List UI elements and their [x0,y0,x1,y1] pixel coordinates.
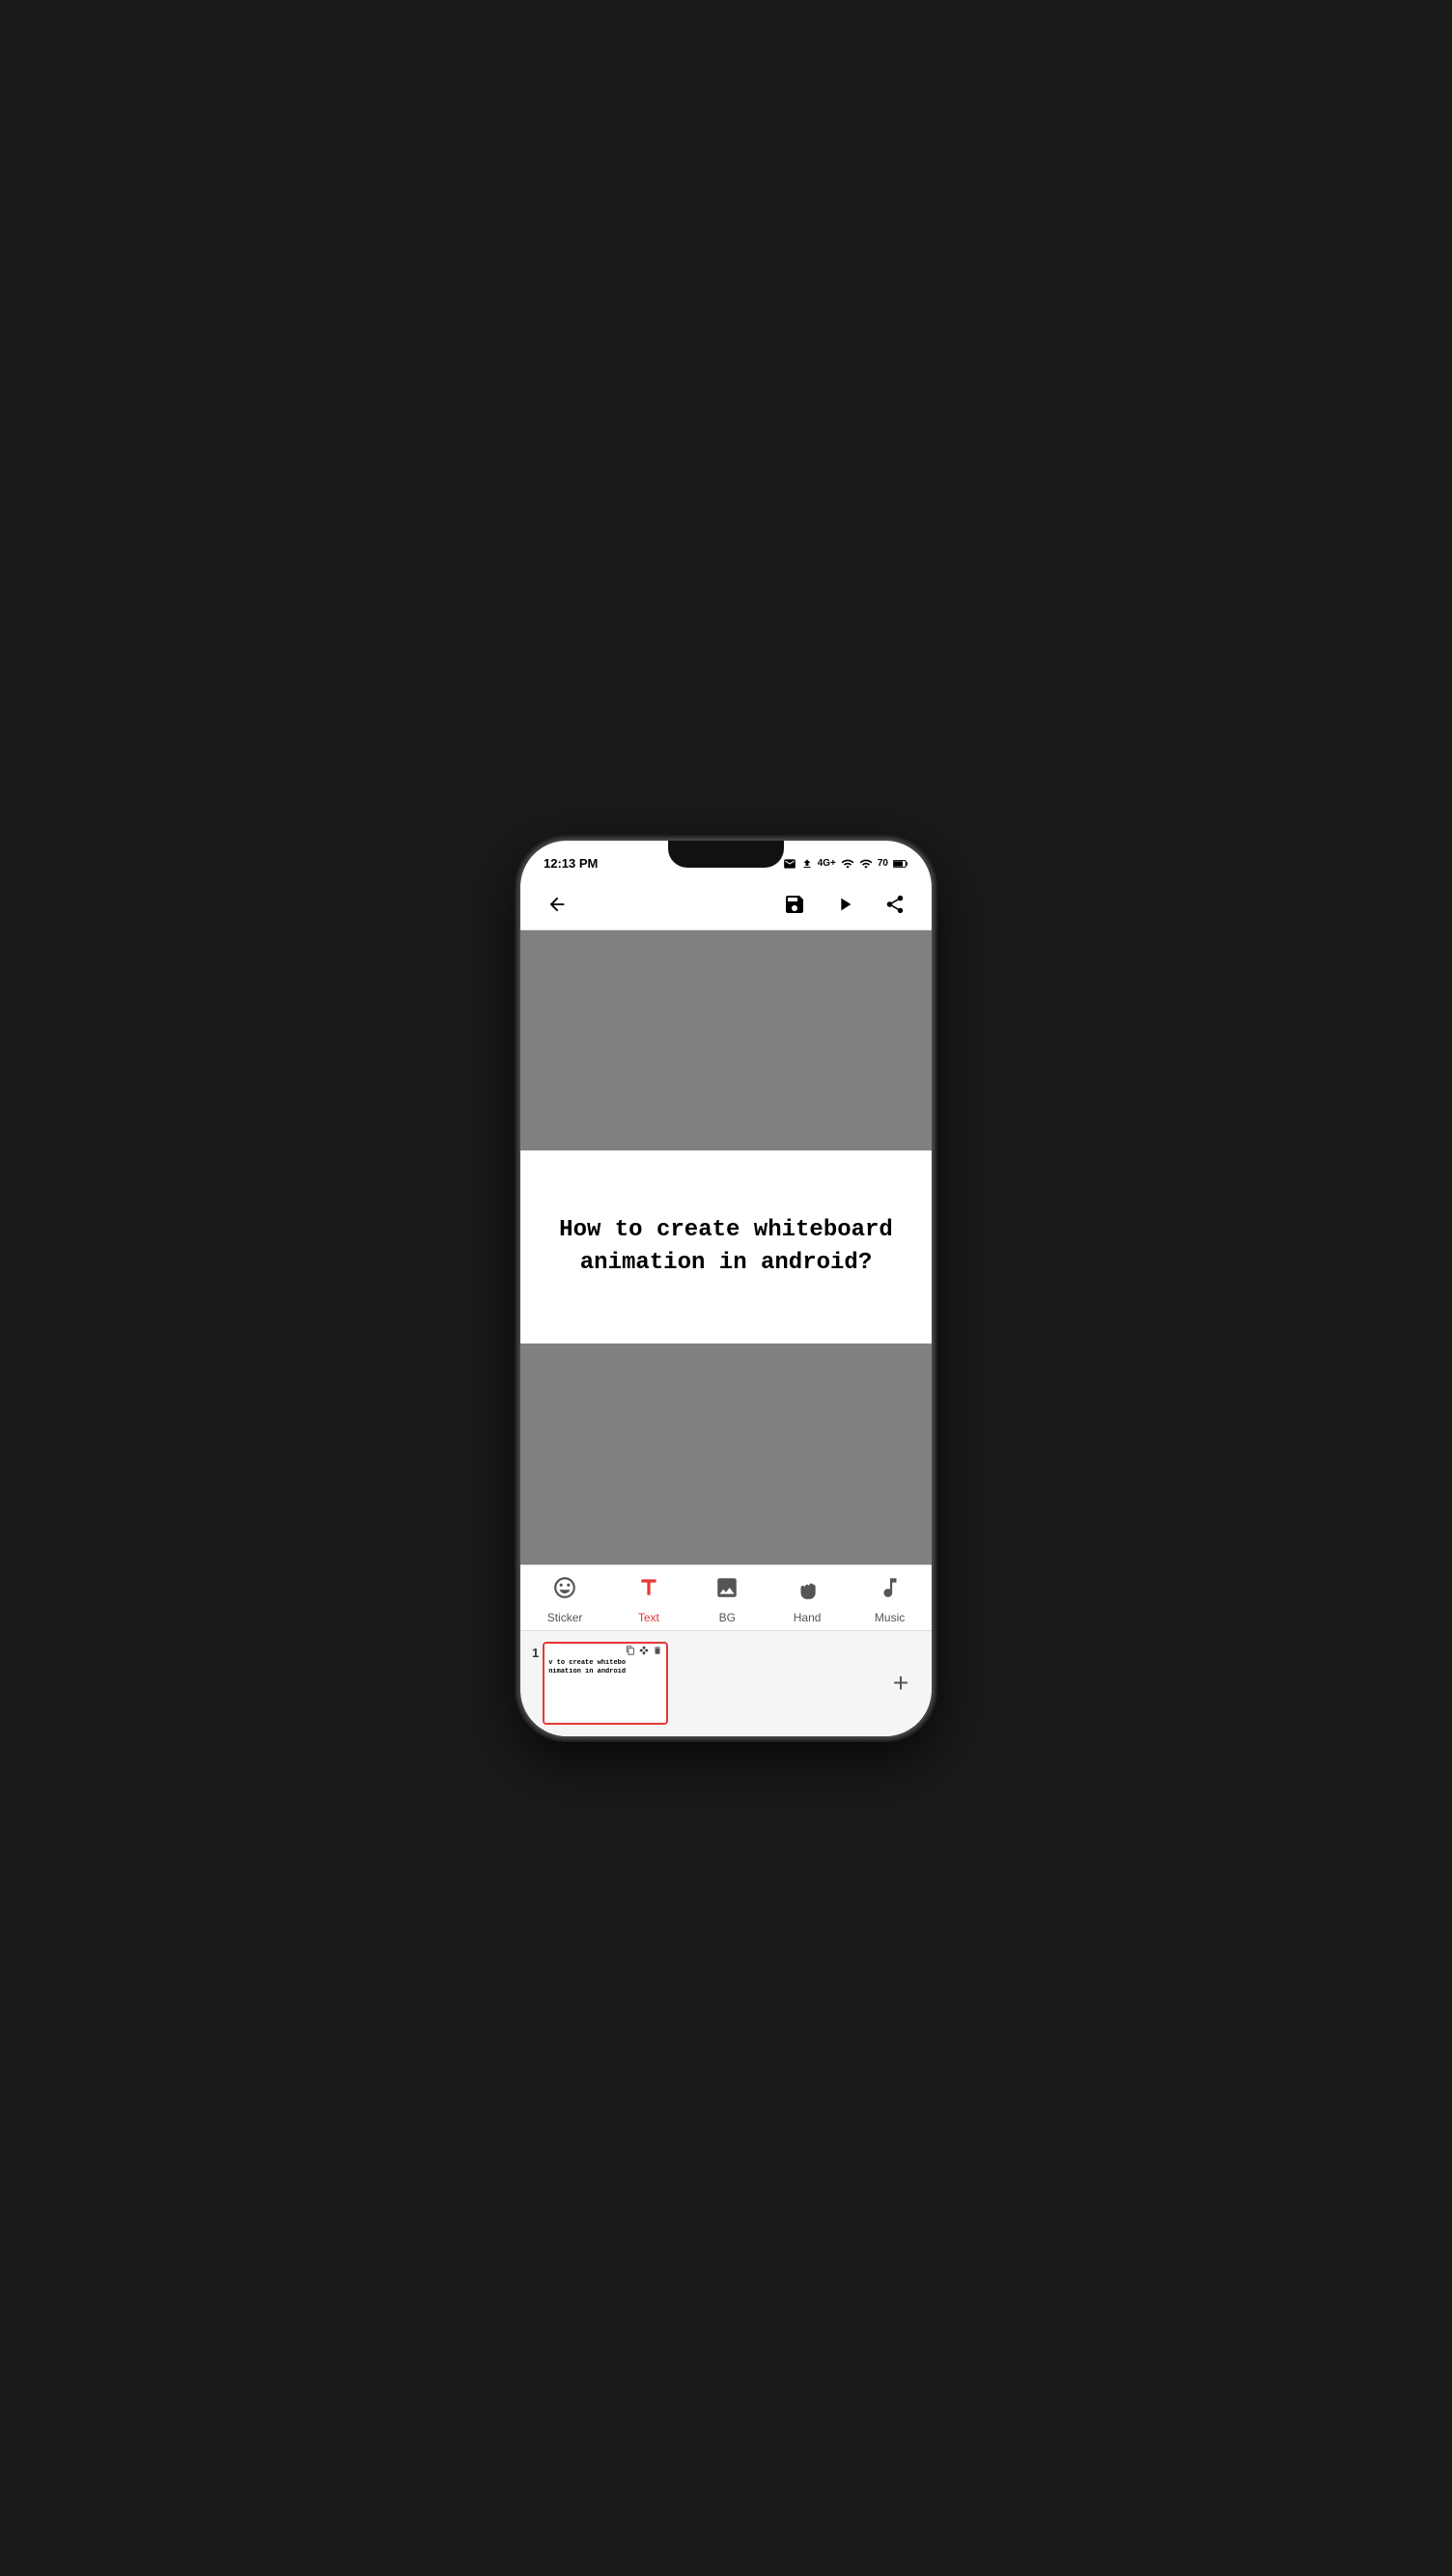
slide-number: 1 [532,1646,539,1660]
slide-thumbnail-1[interactable]: v to create whitebo nimation in android [543,1642,668,1725]
battery-level: 70 [878,858,888,869]
battery-icon [893,858,908,870]
toolbar-text[interactable]: Text [636,1575,661,1624]
toolbar-hand[interactable]: Hand [794,1575,822,1624]
save-button[interactable] [777,887,812,922]
bg-icon [714,1575,740,1607]
nav-right-buttons [777,887,912,922]
thumb-move-icon[interactable] [639,1646,649,1655]
notification-icon [783,857,796,871]
hand-icon [795,1575,820,1607]
hand-label: Hand [794,1611,822,1624]
bg-label: BG [719,1611,736,1624]
back-button[interactable] [540,887,574,922]
sim-icon: 4G+ [818,858,836,869]
toolbar-sticker[interactable]: Sticker [547,1575,583,1624]
phone-frame: 12:13 PM 4G+ [518,839,934,1738]
sticker-icon [552,1575,577,1607]
phone-screen: 12:13 PM 4G+ [520,841,932,1736]
thumb-header [544,1644,666,1657]
upload-icon [801,858,813,870]
gray-area-top [520,930,932,1151]
gray-area-bottom [520,1343,932,1565]
toolbar-bg[interactable]: BG [714,1575,740,1624]
add-icon: + [893,1668,908,1699]
status-time: 12:13 PM [544,856,598,871]
thumb-text-area: v to create whitebo nimation in android [544,1657,666,1723]
thumb-text-line1: v to create whitebo [548,1659,662,1668]
share-button[interactable] [878,887,912,922]
main-content: How to create whiteboard animation in an… [520,930,932,1565]
wifi-icon [859,857,873,871]
slides-strip: 1 [520,1630,932,1736]
status-icons: 4G+ 70 [783,857,908,871]
signal-icon [841,857,854,871]
play-button[interactable] [827,887,862,922]
toolbar-music[interactable]: Music [875,1575,905,1624]
add-slide-button[interactable]: + [881,1664,920,1703]
thumb-text-line2: nimation in android [548,1668,662,1676]
top-nav [520,879,932,930]
text-icon [636,1575,661,1607]
slide-canvas[interactable]: How to create whiteboard animation in an… [520,1150,932,1343]
slide-1-wrapper: 1 [532,1642,668,1725]
thumb-delete-icon[interactable] [653,1646,662,1655]
slide-text: How to create whiteboard animation in an… [559,1214,893,1279]
thumb-duplicate-icon[interactable] [626,1646,635,1655]
sticker-label: Sticker [547,1611,583,1624]
notch [668,841,784,868]
bottom-toolbar: Sticker Text BG [520,1565,932,1630]
music-label: Music [875,1611,905,1624]
music-icon [878,1575,903,1607]
thumb-content: v to create whitebo nimation in android [544,1644,666,1723]
text-label: Text [638,1611,659,1624]
